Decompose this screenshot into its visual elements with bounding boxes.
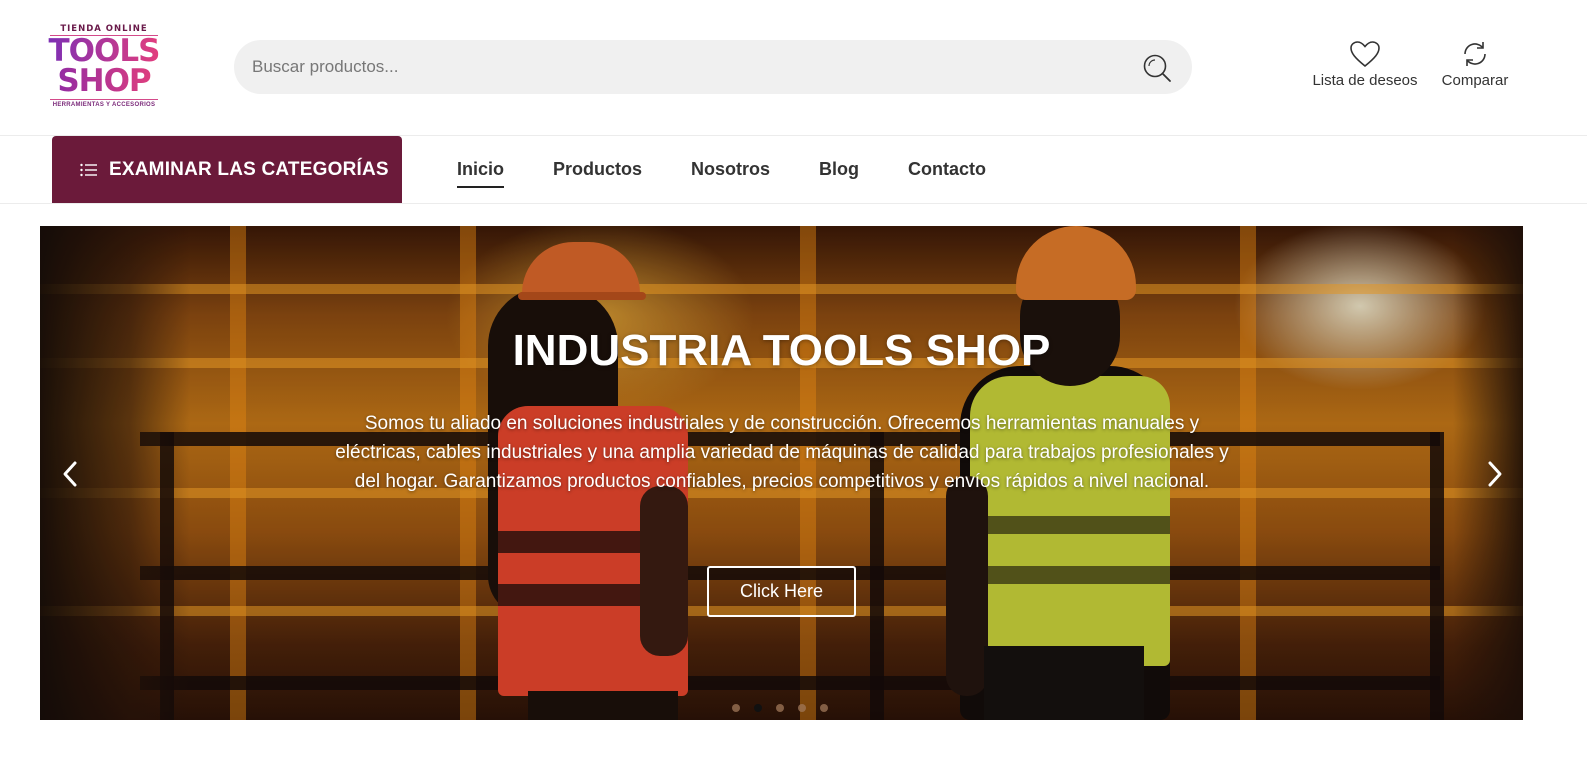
nav-link-nosotros[interactable]: Nosotros: [691, 155, 770, 184]
logo-subtitle: HERRAMIENTAS Y ACCESORIOS: [52, 102, 156, 108]
chevron-left-icon[interactable]: [58, 460, 82, 488]
browse-categories-button[interactable]: EXAMINAR LAS CATEGORÍAS: [52, 136, 402, 203]
logo[interactable]: TIENDA ONLINE TOOLS SHOP HERRAMIENTAS Y …: [46, 22, 162, 114]
search-input[interactable]: [252, 40, 1132, 94]
nav-link-blog[interactable]: Blog: [819, 155, 859, 184]
browse-categories-label: EXAMINAR LAS CATEGORÍAS: [109, 158, 389, 180]
slider-dot[interactable]: [820, 704, 828, 712]
site-header: TIENDA ONLINE TOOLS SHOP HERRAMIENTAS Y …: [0, 0, 1587, 136]
list-icon: [80, 163, 97, 176]
logo-line2: SHOP: [46, 66, 162, 97]
refresh-icon: [1464, 42, 1486, 66]
main-navbar: EXAMINAR LAS CATEGORÍAS Inicio Productos…: [0, 136, 1587, 204]
hero-cta-button[interactable]: Click Here: [707, 566, 856, 617]
wishlist-link[interactable]: Lista de deseos: [1306, 40, 1424, 89]
compare-label: Comparar: [1441, 72, 1509, 89]
heart-icon: [1350, 41, 1380, 68]
chevron-right-icon[interactable]: [1483, 460, 1507, 488]
nav-link-contacto[interactable]: Contacto: [908, 155, 986, 184]
wishlist-label: Lista de deseos: [1312, 72, 1418, 89]
compare-link[interactable]: Comparar: [1434, 40, 1516, 89]
logo-rule-bottom: [50, 99, 158, 100]
nav-link-inicio[interactable]: Inicio: [457, 155, 505, 188]
nav-link-productos[interactable]: Productos: [553, 155, 642, 184]
slider-dots: [732, 704, 842, 712]
slider-dot[interactable]: [754, 704, 762, 712]
search-bar: [234, 40, 1192, 94]
slider-dot[interactable]: [776, 704, 784, 712]
hero-title: INDUSTRIA TOOLS SHOP: [512, 326, 1051, 375]
hero-slider: INDUSTRIA TOOLS SHOP Somos tu aliado en …: [40, 226, 1523, 720]
search-icon[interactable]: [1142, 53, 1172, 83]
hero-description: Somos tu aliado en soluciones industrial…: [335, 413, 1229, 492]
slider-dot[interactable]: [732, 704, 740, 712]
nav-links: Inicio Productos Nosotros Blog Contacto: [457, 136, 1035, 203]
slider-dot[interactable]: [798, 704, 806, 712]
